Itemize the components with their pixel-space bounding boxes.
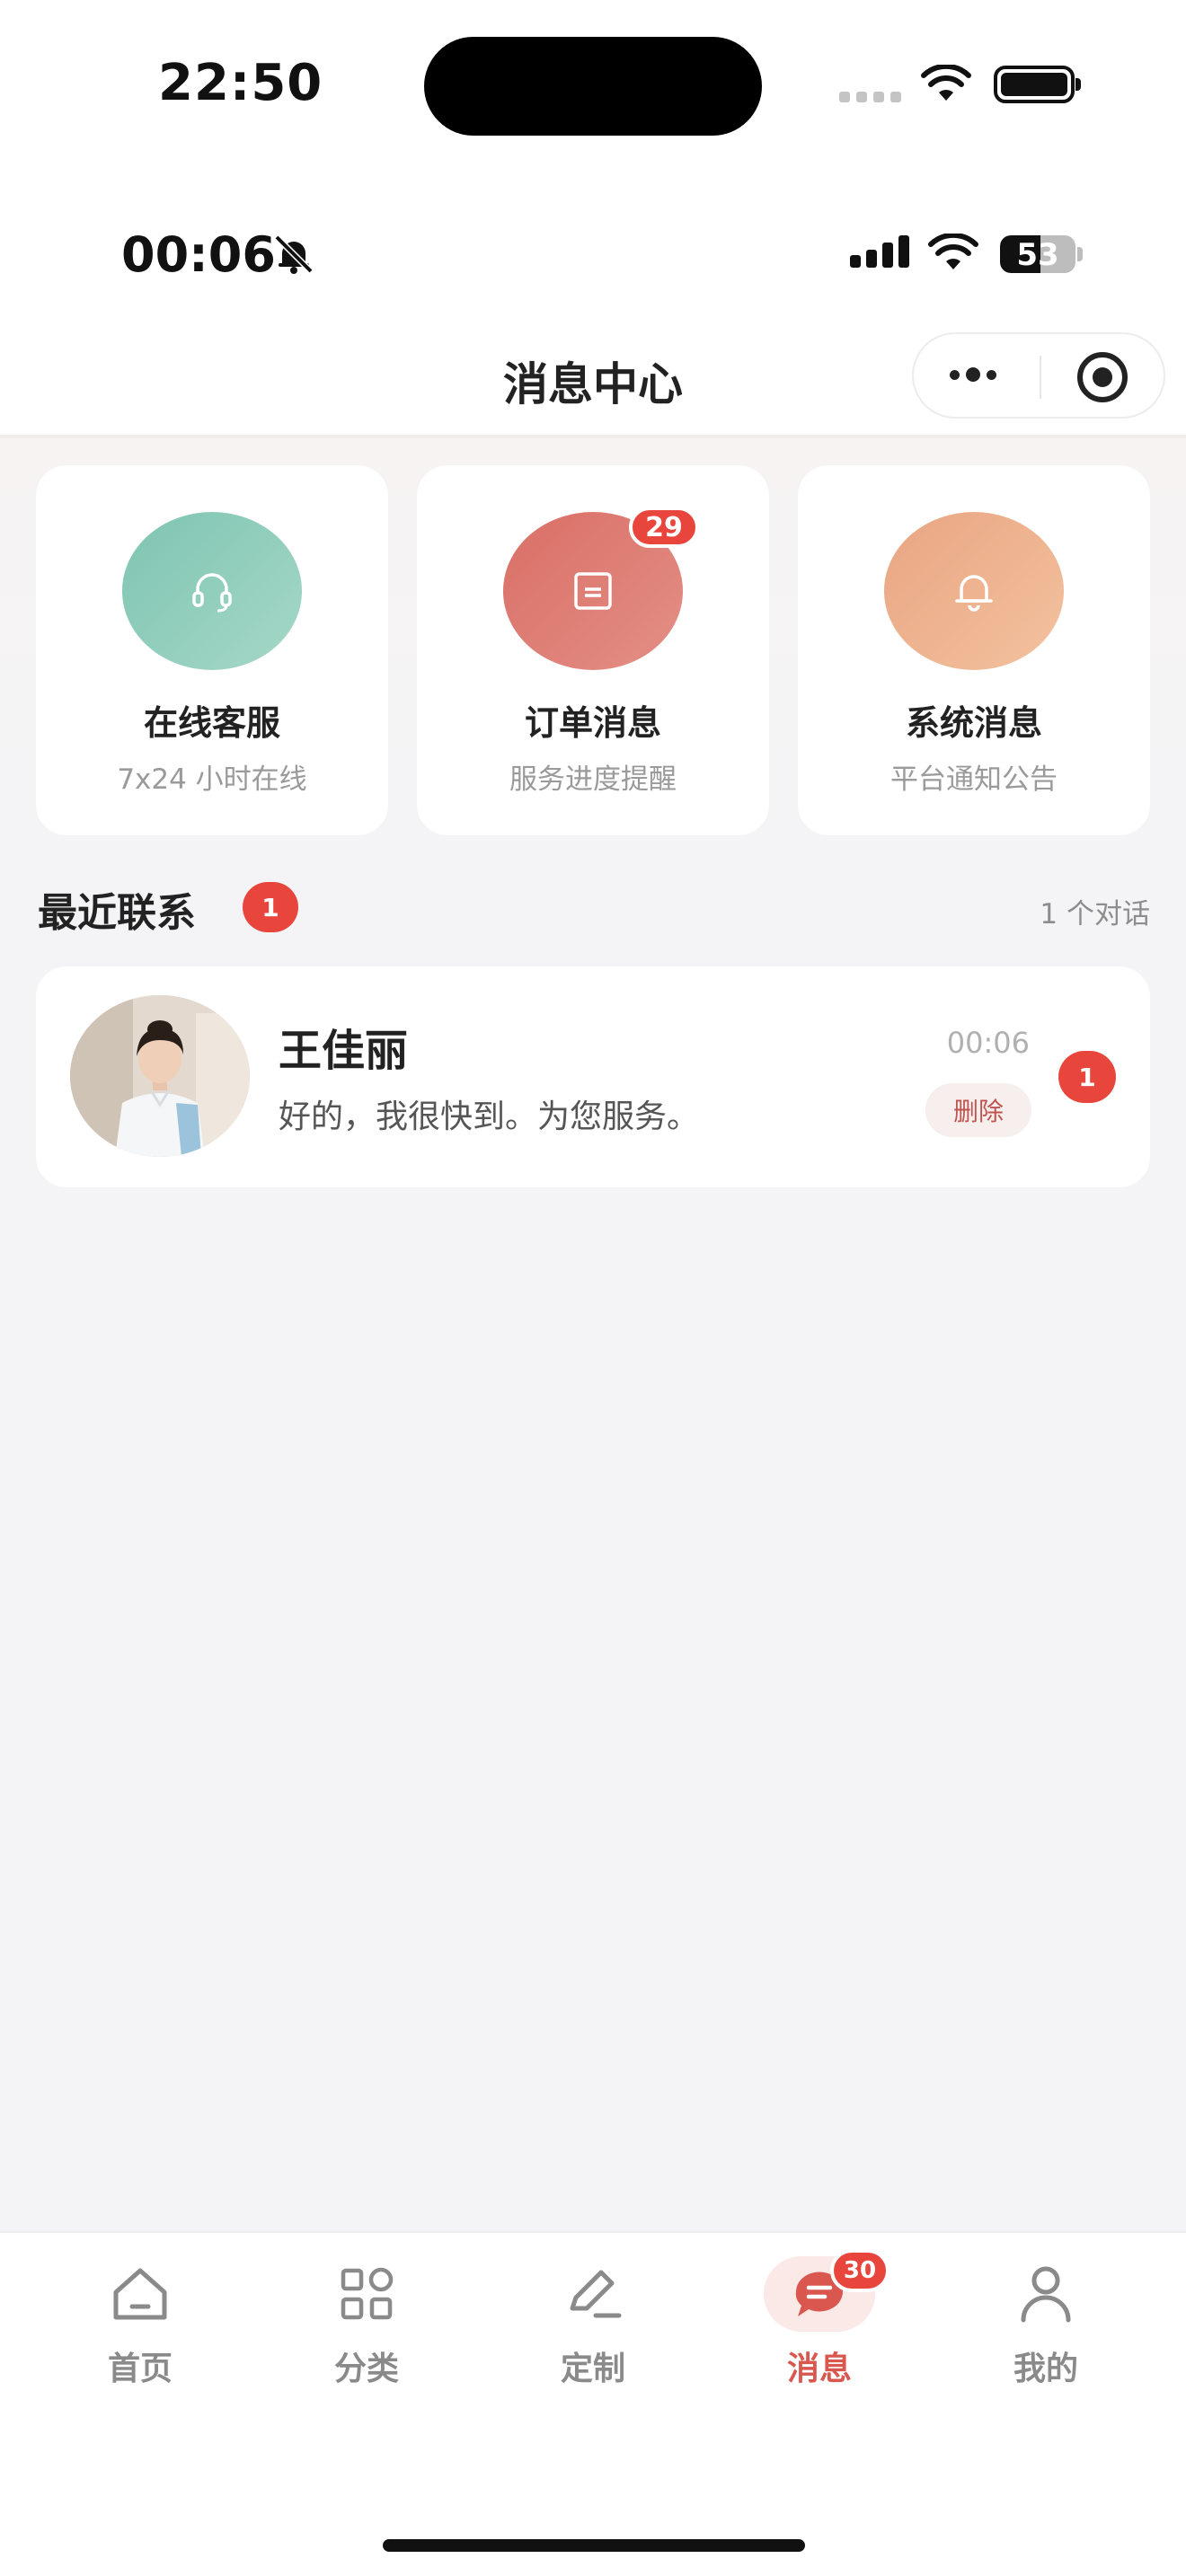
delete-button[interactable]: 删除 — [925, 1083, 1031, 1137]
contact-name: 王佳丽 — [279, 1026, 409, 1076]
customer-service-circle — [122, 512, 302, 670]
quick-card-title: 订单消息 — [524, 703, 661, 743]
outer-battery-icon — [994, 66, 1081, 103]
close-target-icon[interactable] — [1077, 352, 1128, 402]
last-message: 好的，我很快到。为您服务。 — [279, 1098, 700, 1135]
tab-label: 消息 — [786, 2351, 852, 2387]
order-unread-badge: 29 — [629, 507, 699, 548]
avatar[interactable] — [70, 995, 250, 1157]
battery-percent: 53 — [1016, 237, 1059, 273]
quick-card-subtitle: 服务进度提醒 — [509, 763, 677, 796]
headset-icon — [192, 573, 232, 613]
dynamic-island — [424, 37, 762, 136]
recent-count-badge: 1 — [243, 882, 298, 932]
inner-status-time: 00:06 — [121, 226, 276, 283]
conversation-item[interactable]: 王佳丽 好的，我很快到。为您服务。 00:06 删除 1 — [36, 966, 1150, 1187]
bell-icon — [955, 575, 993, 612]
tab-label: 首页 — [107, 2351, 173, 2387]
quick-card-system-messages[interactable]: 系统消息 平台通知公告 — [798, 465, 1150, 835]
bell-off-icon — [274, 234, 314, 274]
inner-battery-icon: 53 — [1000, 235, 1075, 273]
edit-icon — [570, 2270, 622, 2318]
tab-home[interactable]: 首页 — [50, 2256, 230, 2391]
inner-wifi-icon — [928, 234, 978, 269]
capsule-divider — [1040, 356, 1041, 399]
tab-messages[interactable]: 30 消息 — [730, 2249, 909, 2391]
home-icon — [113, 2268, 167, 2320]
order-icon — [574, 572, 612, 610]
system-messages-circle — [884, 512, 1064, 670]
tab-category[interactable]: 分类 — [277, 2256, 456, 2391]
tab-label: 定制 — [560, 2351, 625, 2387]
conversation-count: 1 个对话 — [1040, 898, 1150, 931]
tab-label: 分类 — [333, 2351, 399, 2387]
unread-badge: 1 — [1058, 1051, 1116, 1103]
grid-icon — [341, 2267, 394, 2320]
mini-program-capsule — [912, 332, 1165, 419]
tab-customize[interactable]: 定制 — [503, 2256, 683, 2391]
tab-bar: 首页 分类 定制 30 消息 我的 — [0, 2231, 1186, 2576]
quick-card-title: 系统消息 — [905, 703, 1042, 743]
outer-wifi-icon — [921, 65, 971, 101]
header-divider — [0, 435, 1186, 438]
quick-card-subtitle: 7x24 小时在线 — [117, 763, 307, 796]
quick-card-order-messages[interactable]: 29 订单消息 服务进度提醒 — [417, 465, 769, 835]
section-title-recent: 最近联系 — [38, 890, 196, 936]
tab-label: 我的 — [1013, 2351, 1078, 2387]
tab-profile[interactable]: 我的 — [956, 2256, 1136, 2391]
messages-tab-badge: 30 — [830, 2249, 890, 2292]
inner-signal-icon — [850, 235, 909, 268]
user-icon — [1021, 2266, 1071, 2323]
battery-nub — [1077, 247, 1083, 261]
quick-card-subtitle: 平台通知公告 — [890, 763, 1058, 796]
quick-card-title: 在线客服 — [143, 703, 280, 743]
message-time: 00:06 — [946, 1026, 1030, 1060]
home-indicator[interactable] — [383, 2539, 805, 2552]
outer-status-time: 22:50 — [158, 54, 323, 112]
outer-signal-icon — [839, 92, 901, 102]
quick-card-customer-service[interactable]: 在线客服 7x24 小时在线 — [36, 465, 388, 835]
more-icon[interactable] — [950, 367, 996, 382]
